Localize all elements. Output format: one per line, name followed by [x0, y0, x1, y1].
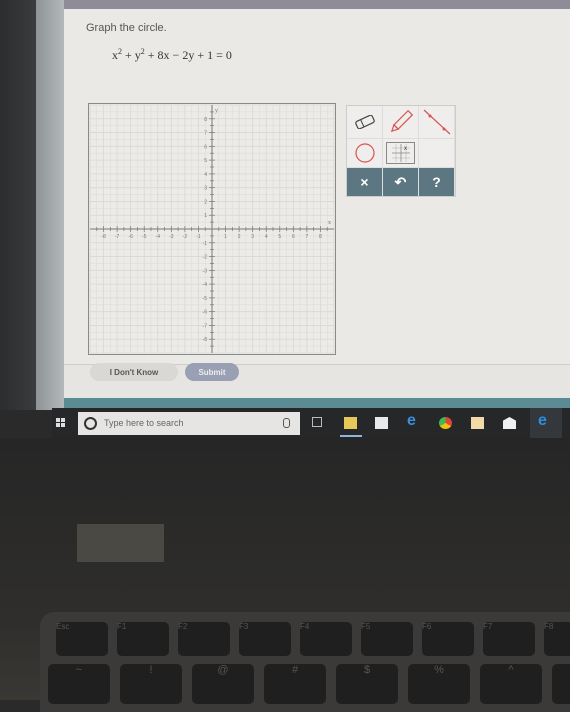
x-tick-label: 8: [319, 234, 322, 240]
microphone-icon[interactable]: [283, 418, 290, 428]
coordinate-plane[interactable]: -8 -7 -6 -5 -4 -3 -2 -1 1 2 3 4 5 6 7 8 8 7 6 5 4 3 2 1 -1 -2 -3 -4…: [88, 103, 336, 355]
x-tick-label: -8: [101, 234, 106, 240]
x-tick-label: -5: [142, 234, 147, 240]
key-fn[interactable]: F2: [178, 622, 230, 656]
y-tick-label: 7: [204, 131, 207, 137]
svg-text:x: x: [404, 146, 407, 152]
x-tick-label: -6: [128, 234, 133, 240]
x-tick-label: 4: [265, 234, 268, 240]
key-fn[interactable]: F7: [483, 622, 535, 656]
y-tick-label: -7: [203, 323, 208, 329]
y-tick-label: 5: [204, 158, 207, 164]
x-tick-label: -7: [115, 234, 120, 240]
window-bottom-strip: [64, 398, 570, 408]
pencil-tool[interactable]: [383, 106, 418, 138]
search-placeholder: Type here to search: [104, 418, 184, 428]
x-tick-label: -2: [183, 234, 188, 240]
file-explorer-icon[interactable]: [344, 417, 357, 429]
circle-icon: [354, 143, 375, 163]
line-tool[interactable]: [419, 106, 454, 138]
y-tick-label: -4: [203, 282, 208, 288]
keyboard: Esc F1 F2 F3 F4 F5 F6 F7 F8 ~!@#$%^&: [40, 612, 570, 712]
y-tick-label: 2: [204, 199, 207, 205]
taskbar: Type here to search e e: [52, 408, 570, 438]
empty-tool-slot: [419, 139, 454, 167]
pencil-icon: [390, 109, 413, 133]
line-icon: [423, 109, 450, 135]
eraser-tool[interactable]: [347, 106, 382, 138]
key-fn[interactable]: F3: [239, 622, 291, 656]
screen: Graph the circle. x2 + y2 + 8x − 2y + 1 …: [64, 0, 570, 408]
edge-icon[interactable]: e: [538, 412, 551, 429]
y-tick-label: 3: [204, 186, 207, 192]
graph-point-tool[interactable]: x: [383, 139, 418, 167]
help-button[interactable]: ?: [419, 168, 454, 196]
x-tick-label: 6: [292, 234, 295, 240]
y-tick-label: 6: [204, 144, 207, 150]
chrome-icon[interactable]: [439, 417, 452, 429]
key-num[interactable]: @: [192, 664, 254, 704]
y-tick-label: -5: [203, 296, 208, 302]
y-tick-label: 1: [204, 213, 207, 219]
task-view-icon[interactable]: [312, 417, 322, 427]
key-fn[interactable]: Esc: [56, 622, 108, 656]
eq-y: + y: [122, 48, 141, 62]
y-tick-label: -3: [203, 268, 208, 274]
x-tick-label: 5: [278, 234, 281, 240]
graph-area[interactable]: -8 -7 -6 -5 -4 -3 -2 -1 1 2 3 4 5 6 7 8 8 7 6 5 4 3 2 1 -1 -2 -3 -4…: [88, 103, 336, 360]
store-icon[interactable]: [375, 417, 388, 429]
monitor-bezel: [0, 0, 36, 410]
key-num[interactable]: %: [408, 664, 470, 704]
question-title: Graph the circle.: [86, 22, 167, 34]
key-num[interactable]: ~: [48, 664, 110, 704]
x-tick-label: 1: [224, 234, 227, 240]
x-tick-label: -3: [169, 234, 174, 240]
x-tick-label: -4: [156, 234, 161, 240]
taskbar-search[interactable]: Type here to search: [78, 412, 300, 435]
browser-top-bar: [64, 0, 570, 9]
key-fn[interactable]: F8: [544, 622, 570, 656]
y-tick-label: 8: [204, 117, 207, 123]
i-dont-know-button[interactable]: I Don't Know: [90, 363, 178, 381]
key-num[interactable]: #: [264, 664, 326, 704]
mail-icon[interactable]: [503, 417, 516, 429]
key-fn[interactable]: F6: [422, 622, 474, 656]
x-tick-label: 3: [251, 234, 254, 240]
y-tick-label: -6: [203, 310, 208, 316]
eraser-icon: [354, 115, 375, 129]
y-tick-label: -1: [203, 241, 208, 247]
key-num[interactable]: !: [120, 664, 182, 704]
active-indicator: [340, 435, 362, 437]
y-tick-label: -8: [203, 337, 208, 343]
monitor-edge: [36, 0, 66, 410]
graph-point-icon: x: [391, 144, 410, 162]
key-fn[interactable]: F5: [361, 622, 413, 656]
key-num[interactable]: ^: [480, 664, 542, 704]
key-fn[interactable]: F4: [300, 622, 352, 656]
x-axis-label: x: [328, 220, 331, 226]
y-tick-label: -2: [203, 255, 208, 261]
laptop-sticker: [77, 524, 164, 562]
internet-explorer-icon[interactable]: e: [407, 412, 420, 429]
clear-button[interactable]: ×: [347, 168, 382, 196]
key-num[interactable]: $: [336, 664, 398, 704]
submit-button[interactable]: Submit: [185, 363, 239, 381]
windows-start-icon[interactable]: [56, 418, 66, 428]
x-tick-label: -1: [196, 234, 201, 240]
graph-toolbar: x × ↶ ?: [346, 105, 456, 197]
photos-icon[interactable]: [471, 417, 484, 429]
x-tick-label: 7: [305, 234, 308, 240]
key-fn[interactable]: F1: [117, 622, 169, 656]
y-axis-label: y: [215, 108, 218, 114]
y-tick-label: 4: [204, 172, 207, 178]
key-num[interactable]: &: [552, 664, 570, 704]
question-page: Graph the circle. x2 + y2 + 8x − 2y + 1 …: [64, 9, 570, 365]
circle-tool[interactable]: [347, 139, 382, 167]
eq-rest: + 8x − 2y + 1 = 0: [144, 48, 232, 62]
equation: x2 + y2 + 8x − 2y + 1 = 0: [112, 47, 232, 63]
cortana-icon: [84, 417, 97, 430]
undo-button[interactable]: ↶: [383, 168, 418, 196]
x-tick-label: 2: [238, 234, 241, 240]
